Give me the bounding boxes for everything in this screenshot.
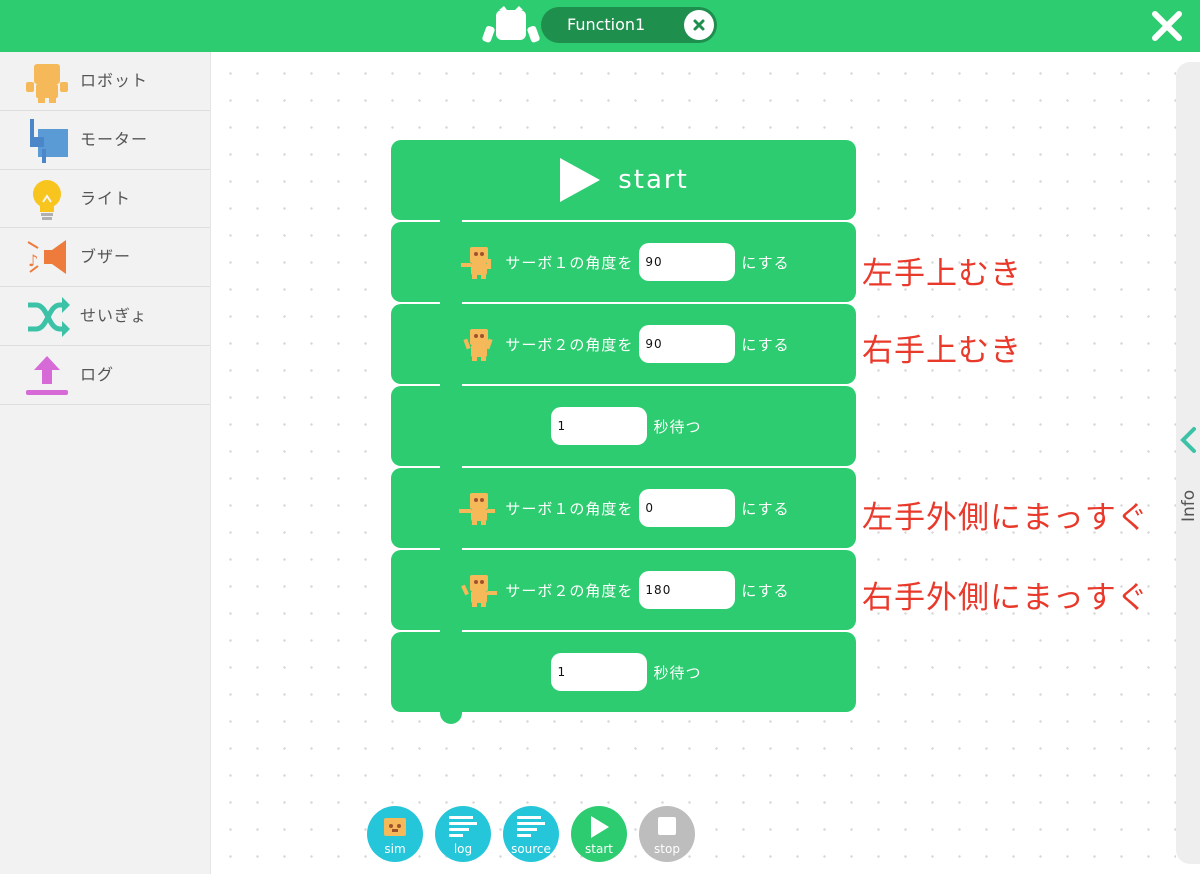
servo2-angle-input[interactable]: 90 — [639, 325, 736, 363]
start-button-label: start — [585, 842, 613, 856]
close-icon — [693, 19, 705, 31]
robot-head-icon — [482, 6, 540, 43]
annotation-note: 左手上むき — [862, 256, 1022, 292]
servo2-label: サーボ２の角度を — [505, 581, 634, 600]
info-panel-tab[interactable] — [1176, 62, 1200, 864]
speaker-icon: ♪ — [27, 240, 66, 275]
chevron-left-icon — [1180, 427, 1196, 453]
source-button[interactable]: source — [503, 806, 559, 862]
robot-arms-out-icon — [461, 575, 498, 607]
servo1-angle-block[interactable]: サーボ１の角度を 90 にする — [391, 222, 856, 302]
wait-seconds-input[interactable]: 1 — [551, 407, 648, 445]
sidebar-item-label: ログ — [80, 364, 115, 384]
function-tab-label: Function1 — [567, 15, 646, 34]
top-bar: Function1 — [0, 0, 1200, 52]
servo2-angle-input[interactable]: 180 — [639, 571, 736, 609]
servo1-label: サーボ１の角度を — [505, 499, 634, 518]
sidebar-item-motor[interactable]: モーター — [0, 111, 210, 170]
wait-block[interactable]: 1 秒待つ — [391, 386, 856, 466]
set-suffix: にする — [741, 499, 790, 518]
wait-suffix: 秒待つ — [653, 663, 702, 682]
robot-right-arm-up-icon — [463, 329, 493, 361]
sidebar-item-label: ライト — [80, 188, 132, 208]
lightbulb-icon — [33, 179, 61, 220]
robot-left-arm-up-icon — [461, 247, 492, 279]
wait-suffix: 秒待つ — [653, 417, 702, 436]
start-block[interactable]: start — [391, 140, 856, 220]
play-icon — [560, 158, 601, 202]
set-suffix: にする — [741, 581, 790, 600]
sim-button-label: sim — [384, 842, 406, 856]
start-button[interactable]: start — [571, 806, 627, 862]
sidebar-item-robot[interactable]: ロボット — [0, 52, 210, 111]
servo1-angle-input[interactable]: 0 — [639, 489, 736, 527]
stop-button[interactable]: stop — [639, 806, 695, 862]
start-block-label: start — [618, 165, 689, 195]
play-icon — [591, 816, 609, 838]
sidebar-item-light[interactable]: ライト — [0, 170, 210, 229]
robot-arms-out-icon — [459, 493, 496, 525]
sidebar-item-label: せいぎょ — [80, 306, 148, 326]
servo2-angle-block[interactable]: サーボ２の角度を 180 にする — [391, 550, 856, 630]
sidebar-item-label: ブザー — [80, 247, 132, 267]
servo2-angle-block[interactable]: サーボ２の角度を 90 にする — [391, 304, 856, 384]
servo1-angle-input[interactable]: 90 — [639, 243, 736, 281]
sidebar-item-buzzer[interactable]: ♪ ブザー — [0, 228, 210, 288]
sidebar-item-log[interactable]: ログ — [0, 346, 210, 405]
robot-icon — [26, 64, 68, 103]
servo2-label: サーボ２の角度を — [505, 335, 634, 354]
sim-button[interactable]: sim — [367, 806, 423, 862]
upload-arrow-icon — [26, 355, 68, 395]
svg-text:♪: ♪ — [28, 251, 38, 270]
stop-button-label: stop — [654, 842, 680, 856]
annotation-note: 右手外側にまっすぐ — [862, 580, 1149, 616]
wait-block[interactable]: 1 秒待つ — [391, 632, 856, 712]
lines-icon — [449, 816, 477, 837]
motor-icon — [30, 118, 68, 163]
block-palette-sidebar: ロボット モーター ライト ♪ ブザー せいぎょ ログ — [0, 52, 211, 874]
set-suffix: にする — [741, 335, 790, 354]
sidebar-item-label: モーター — [80, 129, 149, 149]
robot-face-icon — [384, 818, 406, 836]
annotation-note: 左手外側にまっすぐ — [862, 500, 1149, 536]
wait-seconds-input[interactable]: 1 — [551, 653, 648, 691]
sidebar-item-label: ロボット — [80, 71, 149, 90]
log-button[interactable]: log — [435, 806, 491, 862]
source-button-label: source — [511, 842, 551, 856]
set-suffix: にする — [741, 253, 790, 272]
log-button-label: log — [453, 842, 473, 856]
sidebar-item-control[interactable]: せいぎょ — [0, 287, 210, 346]
stop-icon — [658, 817, 676, 835]
function-tab[interactable]: Function1 — [541, 7, 717, 43]
servo1-angle-block[interactable]: サーボ１の角度を 0 にする — [391, 468, 856, 548]
annotation-note: 右手上むき — [862, 333, 1022, 369]
lines-icon — [517, 816, 545, 837]
info-panel-label: Info — [1179, 489, 1199, 522]
app-close-button[interactable] — [1150, 9, 1184, 43]
shuffle-icon — [28, 297, 70, 338]
tab-close-button[interactable] — [684, 10, 714, 40]
servo1-label: サーボ１の角度を — [505, 253, 634, 272]
